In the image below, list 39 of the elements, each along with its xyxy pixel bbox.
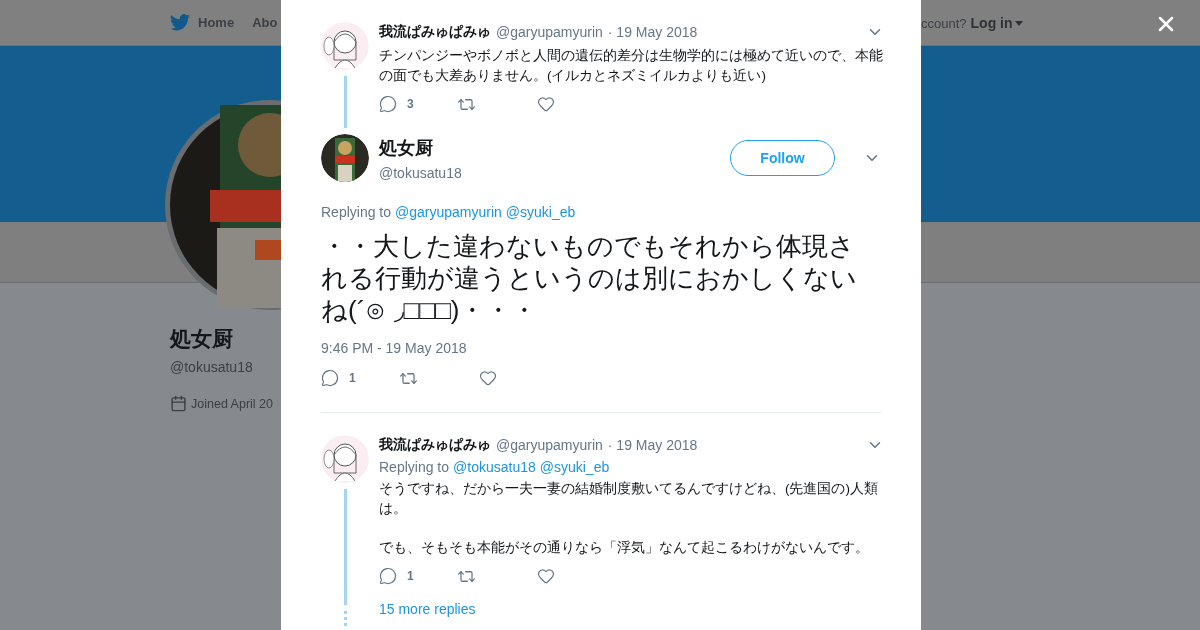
tweet-timestamp: 9:46 PM - 19 May 2018 xyxy=(321,340,468,356)
bird-icon xyxy=(170,14,190,31)
calendar-icon xyxy=(170,395,187,412)
speech-bubble-icon xyxy=(379,95,397,113)
mention-link[interactable]: @syuki_eb xyxy=(539,459,610,475)
heart-icon xyxy=(479,369,497,387)
tweet-date: · 19 May 2018 xyxy=(607,24,698,40)
reply-button[interactable]: 1 xyxy=(321,369,399,387)
joined-date: Joined April 20 xyxy=(191,396,273,411)
tweet-date: · 19 May 2018 xyxy=(607,437,698,453)
heart-icon xyxy=(537,95,555,113)
nav-link[interactable]: Home xyxy=(170,14,235,31)
reply-button[interactable]: 1 xyxy=(379,567,457,585)
more-replies-link[interactable]: 15 more replies xyxy=(379,601,476,617)
tweet-text: チンパンジーやボノボと人間の遺伝的差分は生物学的には極めて近いので、本能の面でも大差ありません。(イルカとネズミイルカよりも近い) xyxy=(379,47,884,85)
replying-label: Replying to xyxy=(321,204,392,220)
user-name: 我流ぱみゅぱみゅ xyxy=(379,23,491,41)
profile-handle: @tokusatu18 xyxy=(170,359,253,375)
tweet-text: そうですね、だから一夫一妻の結婚制度敷いてるんですけどね、(先進国の)人類は。 でも、そもそも本能がその通りなら「浮気」なんて起こるわけがないんです。 xyxy=(379,480,879,557)
user-handle: @garyupamyurin xyxy=(496,437,603,453)
speech-bubble-icon xyxy=(379,567,397,585)
nav-link[interactable]: Abo xyxy=(252,15,278,30)
mention-link[interactable]: @tokusatu18 xyxy=(453,459,536,475)
user-handle: @garyupamyurin xyxy=(496,24,603,40)
replying-label: Replying to xyxy=(379,459,450,475)
mention-link[interactable]: @garyupamyurin xyxy=(395,204,502,220)
reply-button[interactable]: 3 xyxy=(379,95,457,113)
user-name: 我流ぱみゅぱみゅ xyxy=(379,436,491,454)
login-prompt: ccount? xyxy=(921,15,967,31)
caret-icon xyxy=(1014,20,1023,26)
tweet-text: ・・大した違わないものでもそれから体現される行動が違うというのは別におかしくないね(´⊙ ◞□□□)・・・ xyxy=(321,230,858,326)
speech-bubble-icon xyxy=(321,369,339,387)
mention-link[interactable]: @syuki_eb xyxy=(505,204,576,220)
user-handle: @tokusatu18 xyxy=(379,164,463,181)
login-link[interactable]: Log in xyxy=(970,15,1023,31)
follow-button[interactable]: Follow xyxy=(730,140,835,176)
user-name: 処女厨 xyxy=(379,136,434,160)
heart-icon xyxy=(537,567,555,585)
profile-name: 処女厨 xyxy=(170,326,233,352)
